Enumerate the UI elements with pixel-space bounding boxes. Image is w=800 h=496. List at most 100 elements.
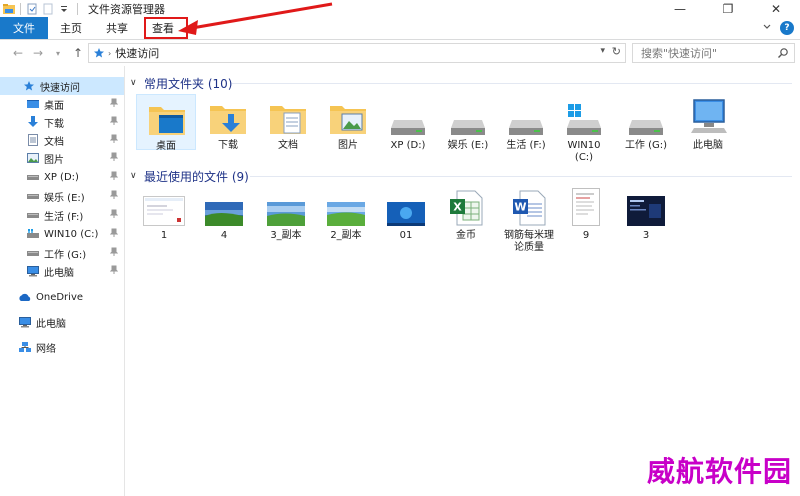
- this-pc[interactable]: 此电脑: [678, 94, 738, 152]
- chevron-down-icon: ∨: [130, 78, 137, 88]
- recent-file-9[interactable]: 9: [556, 186, 616, 242]
- drive-icon: [26, 246, 40, 260]
- recent-file-01[interactable]: 01: [376, 190, 436, 242]
- sidebar-item-label: 文档: [44, 136, 64, 148]
- drive-e[interactable]: 娱乐 (E:): [438, 94, 498, 152]
- drive-d[interactable]: XP (D:): [378, 94, 438, 152]
- pin-icon[interactable]: [109, 190, 119, 203]
- recent-file-2-copy[interactable]: 2_副本: [316, 190, 376, 242]
- picture-folder-icon: [318, 94, 378, 136]
- pin-icon[interactable]: [109, 98, 119, 111]
- drive-icon: [378, 94, 438, 136]
- drive-icon: [26, 170, 40, 184]
- drive-label: 娱乐 (E:): [447, 140, 489, 151]
- document-icon: [26, 133, 40, 147]
- document-folder-icon: [258, 94, 318, 136]
- windows-drive-icon: [26, 227, 40, 241]
- drive-g[interactable]: 工作 (G:): [616, 94, 676, 152]
- pin-icon[interactable]: [109, 171, 119, 184]
- drive-f[interactable]: 生活 (F:): [496, 94, 556, 152]
- search-box[interactable]: 搜索"快速访问": [632, 43, 795, 63]
- close-button[interactable]: ✕: [752, 0, 800, 18]
- sidebar-item-label: XP (D:): [44, 171, 79, 183]
- back-arrow-icon[interactable]: ←: [8, 43, 28, 63]
- file-label: 3_副本: [270, 230, 302, 241]
- forward-arrow-icon[interactable]: →: [28, 43, 48, 63]
- customize-toolbar-icon[interactable]: [57, 2, 71, 16]
- drive-icon: [438, 94, 498, 136]
- recent-file-gold-coin[interactable]: X 金币: [436, 190, 496, 242]
- recent-file-3[interactable]: 3: [616, 190, 676, 242]
- pin-icon[interactable]: [109, 116, 119, 129]
- sidebar-item-downloads[interactable]: 下载: [0, 113, 124, 131]
- sidebar-item-quick-access[interactable]: 快速访问: [0, 77, 124, 95]
- tab-share[interactable]: 共享: [94, 17, 140, 39]
- sidebar-item-this-pc[interactable]: 此电脑: [0, 313, 124, 331]
- recent-file-3-copy[interactable]: 3_副本: [256, 190, 316, 242]
- address-bar[interactable]: › 快速访问 ▾ ↻: [88, 43, 626, 63]
- folder-label: 桌面: [156, 141, 176, 152]
- landscape-thumbnail: [316, 190, 376, 226]
- refresh-icon[interactable]: ↻: [612, 45, 621, 58]
- sidebar-item-network[interactable]: 网络: [0, 338, 124, 356]
- drive-c[interactable]: WIN10 (C:): [554, 94, 614, 164]
- drive-label: WIN10 (C:): [567, 140, 601, 163]
- recent-locations-icon[interactable]: ▾: [48, 43, 68, 63]
- pin-icon[interactable]: [109, 152, 119, 165]
- help-icon[interactable]: ?: [780, 21, 794, 35]
- recent-file-1[interactable]: 1: [134, 190, 194, 242]
- folder-label: 下载: [218, 140, 238, 151]
- folder-documents[interactable]: 文档: [258, 94, 318, 152]
- window-title: 文件资源管理器: [88, 3, 165, 16]
- annotation-arrow: [178, 2, 333, 35]
- group-divider: [250, 176, 792, 177]
- group-title: 常用文件夹 (10): [144, 76, 233, 91]
- sidebar-item-label: 生活 (F:): [44, 211, 84, 223]
- sidebar-item-drive-d[interactable]: XP (D:): [0, 168, 124, 186]
- ribbon-right-controls: ?: [762, 21, 794, 35]
- recent-file-rebar[interactable]: W 钢筋每米理论质量: [496, 190, 562, 254]
- sidebar-item-this-pc-pinned[interactable]: 此电脑: [0, 262, 124, 280]
- pin-icon[interactable]: [109, 134, 119, 147]
- drive-label: 生活 (F:): [506, 140, 546, 151]
- picture-icon: [26, 151, 40, 165]
- search-placeholder: 搜索"快速访问": [641, 47, 718, 60]
- separator: [77, 3, 78, 15]
- file-label: 钢筋每米理论质量: [504, 230, 554, 253]
- sidebar-item-label: 桌面: [44, 100, 64, 112]
- maximize-button[interactable]: ❐: [704, 0, 752, 18]
- folder-downloads[interactable]: 下载: [198, 94, 258, 152]
- desktop-icon: [26, 97, 40, 111]
- expand-ribbon-icon[interactable]: [762, 22, 772, 35]
- folder-pictures[interactable]: 图片: [318, 94, 378, 152]
- pin-icon[interactable]: [109, 228, 119, 241]
- windows-drive-icon: [554, 94, 614, 136]
- recent-file-4[interactable]: 4: [194, 190, 254, 242]
- svg-text:X: X: [453, 201, 462, 214]
- pin-icon[interactable]: [109, 209, 119, 222]
- sidebar-item-drive-f[interactable]: 生活 (F:): [0, 206, 124, 224]
- up-arrow-icon[interactable]: ↑: [68, 43, 88, 63]
- pin-icon[interactable]: [109, 247, 119, 260]
- folder-desktop[interactable]: 桌面: [136, 94, 196, 152]
- sidebar-item-onedrive[interactable]: OneDrive: [0, 288, 124, 306]
- navigation-pane: 快速访问 桌面 下载 文档 图片 XP (D:) 娱乐 (E:) 生活 (F:)…: [0, 66, 125, 496]
- properties-icon[interactable]: [25, 2, 39, 16]
- sidebar-item-drive-e[interactable]: 娱乐 (E:): [0, 187, 124, 205]
- recent-files-header[interactable]: ∨ 最近使用的文件 (9): [130, 167, 249, 185]
- tab-file[interactable]: 文件: [0, 17, 48, 39]
- tab-home[interactable]: 主页: [48, 17, 94, 39]
- address-dropdown-icon[interactable]: ▾: [600, 46, 605, 56]
- sidebar-item-pictures[interactable]: 图片: [0, 149, 124, 167]
- new-folder-icon[interactable]: [41, 2, 55, 16]
- frequent-folders-header[interactable]: ∨ 常用文件夹 (10): [130, 74, 232, 92]
- minimize-button[interactable]: —: [656, 0, 704, 18]
- sidebar-item-drive-c[interactable]: WIN10 (C:): [0, 225, 124, 243]
- drive-icon: [496, 94, 556, 136]
- sidebar-item-documents[interactable]: 文档: [0, 131, 124, 149]
- sidebar-item-desktop[interactable]: 桌面: [0, 95, 124, 113]
- computer-icon: [18, 315, 32, 329]
- sidebar-item-label: 此电脑: [44, 267, 74, 279]
- pin-icon[interactable]: [109, 265, 119, 278]
- sidebar-item-drive-g[interactable]: 工作 (G:): [0, 244, 124, 262]
